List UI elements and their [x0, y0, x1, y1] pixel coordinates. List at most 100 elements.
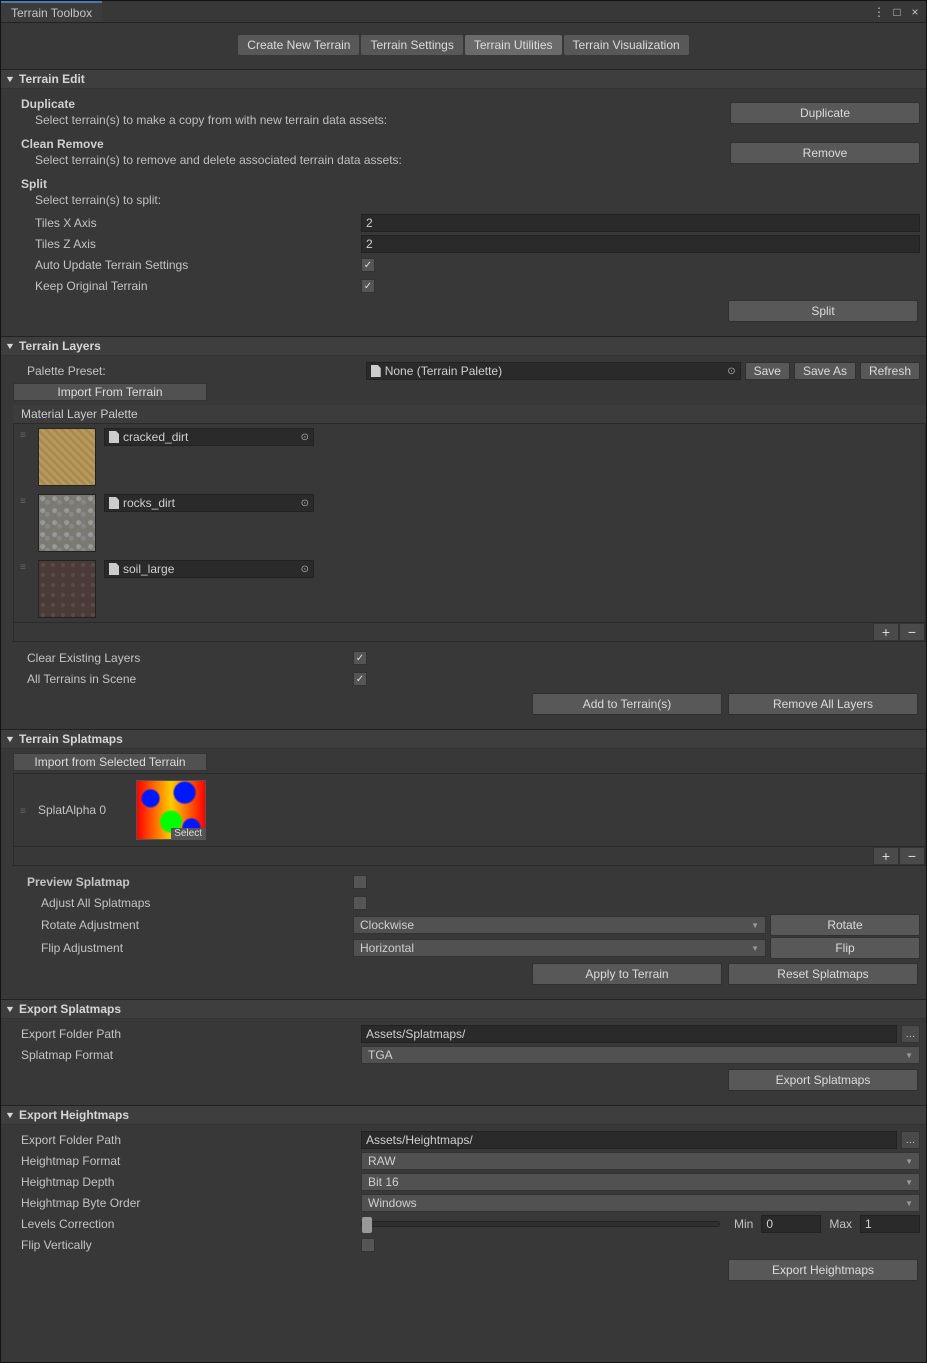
adjust-all-checkbox[interactable]	[353, 896, 367, 910]
apply-to-terrain-button[interactable]: Apply to Terrain	[532, 963, 722, 985]
chevron-down-icon: ▼	[4, 1110, 16, 1120]
keep-original-checkbox[interactable]: ✓	[361, 279, 375, 293]
split-hint: Select terrain(s) to split:	[35, 193, 920, 207]
remove-layer-button[interactable]: −	[899, 623, 925, 641]
tab-create-terrain[interactable]: Create New Terrain	[238, 35, 359, 55]
save-as-button[interactable]: Save As	[794, 362, 856, 380]
splatmap-format-dropdown[interactable]: TGA ▼	[361, 1046, 920, 1064]
maximize-icon[interactable]: □	[890, 5, 904, 19]
folder-picker-button[interactable]: …	[901, 1025, 920, 1043]
reset-splatmaps-button[interactable]: Reset Splatmaps	[728, 963, 918, 985]
tiles-z-label: Tiles Z Axis	[21, 237, 361, 251]
refresh-button[interactable]: Refresh	[860, 362, 920, 380]
tab-terrain-settings[interactable]: Terrain Settings	[361, 35, 462, 55]
splatmap-thumbnail[interactable]: Select	[136, 780, 206, 840]
chevron-down-icon: ▼	[751, 944, 759, 953]
export-splatmaps-button[interactable]: Export Splatmaps	[728, 1069, 918, 1091]
export-splat-folder-label: Export Folder Path	[21, 1027, 361, 1041]
add-to-terrain-button[interactable]: Add to Terrain(s)	[532, 693, 722, 715]
menu-icon[interactable]: ⋮	[872, 5, 886, 19]
chevron-down-icon: ▼	[4, 341, 16, 351]
layer-thumbnail[interactable]	[38, 494, 96, 552]
duplicate-button[interactable]: Duplicate	[730, 102, 920, 124]
add-layer-button[interactable]: +	[873, 623, 899, 641]
preview-splatmap-checkbox[interactable]	[353, 875, 367, 889]
object-picker-icon[interactable]: ⊙	[301, 432, 309, 443]
layer-object-field[interactable]: cracked_dirt ⊙	[104, 428, 314, 446]
export-height-folder-label: Export Folder Path	[21, 1133, 361, 1147]
split-button[interactable]: Split	[728, 300, 918, 322]
drag-handle-icon[interactable]: ≡	[20, 804, 30, 817]
clean-remove-label: Clean Remove	[21, 137, 730, 151]
rotate-adjustment-dropdown[interactable]: Clockwise ▼	[353, 916, 766, 934]
chevron-down-icon: ▼	[905, 1178, 913, 1187]
object-picker-icon[interactable]: ⊙	[727, 366, 735, 377]
layer-object-field[interactable]: rocks_dirt ⊙	[104, 494, 314, 512]
export-height-folder-input[interactable]	[361, 1131, 897, 1149]
file-icon	[109, 497, 119, 509]
heightmap-byte-order-dropdown[interactable]: Windows ▼	[361, 1194, 920, 1212]
folder-picker-button[interactable]: …	[901, 1131, 920, 1149]
tab-terrain-utilities[interactable]: Terrain Utilities	[465, 35, 562, 55]
layer-row: ≡ rocks_dirt ⊙	[14, 490, 925, 556]
window-title[interactable]: Terrain Toolbox	[1, 1, 102, 22]
export-heightmaps-button[interactable]: Export Heightmaps	[728, 1259, 918, 1281]
remove-all-layers-button[interactable]: Remove All Layers	[728, 693, 918, 715]
max-input[interactable]	[860, 1215, 920, 1233]
import-from-selected-terrain-button[interactable]: Import from Selected Terrain	[13, 753, 207, 771]
select-button[interactable]: Select	[171, 828, 205, 839]
tiles-x-input[interactable]	[361, 214, 920, 232]
file-icon	[109, 431, 119, 443]
section-terrain-layers[interactable]: ▼ Terrain Layers	[1, 336, 926, 356]
rotate-adjustment-label: Rotate Adjustment	[13, 918, 353, 932]
preview-splatmap-label: Preview Splatmap	[13, 875, 353, 889]
material-layer-palette-header: Material Layer Palette	[13, 405, 926, 423]
drag-handle-icon[interactable]: ≡	[20, 494, 30, 507]
tab-terrain-visualization[interactable]: Terrain Visualization	[564, 35, 689, 55]
file-icon	[109, 563, 119, 575]
duplicate-hint: Select terrain(s) to make a copy from wi…	[35, 113, 730, 127]
all-terrains-checkbox[interactable]: ✓	[353, 672, 367, 686]
min-label: Min	[734, 1217, 753, 1231]
section-export-splatmaps[interactable]: ▼ Export Splatmaps	[1, 999, 926, 1019]
section-terrain-splatmaps[interactable]: ▼ Terrain Splatmaps	[1, 729, 926, 749]
slider-thumb[interactable]	[362, 1217, 372, 1233]
heightmap-depth-dropdown[interactable]: Bit 16 ▼	[361, 1173, 920, 1191]
remove-splatmap-button[interactable]: −	[899, 847, 925, 865]
tiles-z-input[interactable]	[361, 235, 920, 253]
close-icon[interactable]: ×	[908, 5, 922, 19]
layer-thumbnail[interactable]	[38, 560, 96, 618]
add-splatmap-button[interactable]: +	[873, 847, 899, 865]
object-picker-icon[interactable]: ⊙	[301, 564, 309, 575]
drag-handle-icon[interactable]: ≡	[20, 560, 30, 573]
auto-update-checkbox[interactable]: ✓	[361, 258, 375, 272]
rotate-button[interactable]: Rotate	[770, 914, 920, 936]
levels-slider[interactable]	[361, 1221, 720, 1227]
section-export-heightmaps[interactable]: ▼ Export Heightmaps	[1, 1105, 926, 1125]
chevron-down-icon: ▼	[4, 734, 16, 744]
flip-vertically-checkbox[interactable]	[361, 1238, 375, 1252]
drag-handle-icon[interactable]: ≡	[20, 428, 30, 441]
layer-thumbnail[interactable]	[38, 428, 96, 486]
heightmap-format-dropdown[interactable]: RAW ▼	[361, 1152, 920, 1170]
remove-button[interactable]: Remove	[730, 142, 920, 164]
chevron-down-icon: ▼	[905, 1051, 913, 1060]
duplicate-label: Duplicate	[21, 97, 730, 111]
layer-row: ≡ soil_large ⊙	[14, 556, 925, 622]
palette-preset-field[interactable]: None (Terrain Palette) ⊙	[366, 362, 741, 380]
flip-vertically-label: Flip Vertically	[21, 1238, 361, 1252]
split-label: Split	[21, 177, 920, 191]
clear-existing-checkbox[interactable]: ✓	[353, 651, 367, 665]
section-terrain-edit[interactable]: ▼ Terrain Edit	[1, 69, 926, 89]
import-from-terrain-button[interactable]: Import From Terrain	[13, 383, 207, 401]
export-splat-folder-input[interactable]	[361, 1025, 897, 1043]
layer-object-field[interactable]: soil_large ⊙	[104, 560, 314, 578]
flip-adjustment-dropdown[interactable]: Horizontal ▼	[353, 939, 766, 957]
flip-button[interactable]: Flip	[770, 937, 920, 959]
tab-row: Create New Terrain Terrain Settings Terr…	[7, 35, 920, 55]
clean-remove-hint: Select terrain(s) to remove and delete a…	[35, 153, 730, 167]
max-label: Max	[829, 1217, 852, 1231]
min-input[interactable]	[761, 1215, 821, 1233]
object-picker-icon[interactable]: ⊙	[301, 498, 309, 509]
save-button[interactable]: Save	[745, 362, 790, 380]
